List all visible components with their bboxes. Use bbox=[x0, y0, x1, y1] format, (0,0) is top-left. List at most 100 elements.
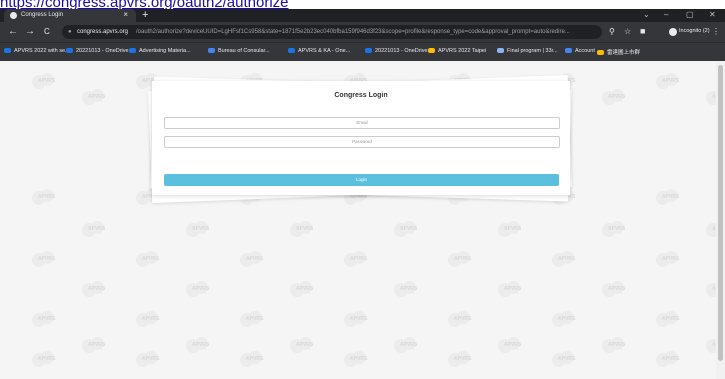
address-bar[interactable]: ● congress.apvrs.org /oauth2/authorize?d… bbox=[62, 25, 602, 39]
watermark-logo: APVRS bbox=[32, 73, 55, 91]
bookmark-item[interactable]: Advertising Materia... bbox=[129, 48, 191, 54]
watermark-text: APVRS bbox=[296, 342, 314, 348]
watermark-logo: APVRS bbox=[186, 337, 209, 355]
bookmark-label: Final program | 33r... bbox=[507, 48, 558, 54]
lock-icon[interactable]: ● bbox=[68, 25, 72, 39]
url-host: congress.apvrs.org bbox=[77, 29, 129, 35]
watermark-logo: APVRS bbox=[240, 351, 264, 369]
watermark-text: APVRS bbox=[608, 286, 626, 292]
watermark-logo: APVRS bbox=[602, 89, 625, 107]
watermark-logo: APVRS bbox=[498, 221, 522, 239]
bookmark-item[interactable]: 20221013 - OneDrive bbox=[365, 48, 428, 54]
watermark-text: APVRS bbox=[350, 256, 368, 262]
watermark-logo: APVRS bbox=[498, 337, 522, 355]
tab-search-icon[interactable]: ⌄ bbox=[643, 10, 650, 19]
side-panel-icon[interactable]: ■ bbox=[640, 26, 645, 36]
scrollbar-thumb[interactable] bbox=[718, 65, 723, 361]
bookmark-label: APVRS & KA - One... bbox=[298, 48, 351, 54]
watermark-text: APVRS bbox=[608, 342, 626, 348]
watermark-text: APVRS bbox=[662, 194, 680, 200]
watermark-text: APVRS bbox=[246, 256, 264, 262]
watermark-text: APVRS bbox=[296, 226, 314, 232]
watermark-text: APVRS bbox=[608, 226, 626, 232]
bookmark-icon bbox=[208, 48, 215, 54]
watermark-text: APVRS bbox=[558, 356, 576, 362]
minimize-button[interactable]: – bbox=[664, 10, 668, 19]
url-path: /oauth2/authorize?deviceUUID=LgHFsf1Cs95… bbox=[136, 29, 570, 35]
tab-title: Congress Login bbox=[21, 12, 64, 18]
watermark-text: APVRS bbox=[38, 356, 56, 362]
incognito-icon[interactable] bbox=[669, 28, 677, 36]
watermark-text: APVRS bbox=[454, 316, 472, 322]
bookmark-label: 雷達圖上市群 bbox=[607, 50, 641, 56]
watermark-text: APVRS bbox=[246, 356, 264, 362]
watermark-text: APVRS bbox=[142, 256, 160, 262]
active-tab[interactable]: Congress Login × bbox=[4, 9, 136, 22]
watermark-logo: APVRS bbox=[82, 89, 105, 107]
tab-close-icon[interactable]: × bbox=[123, 10, 128, 19]
bookmark-item[interactable]: Account bbox=[565, 48, 595, 54]
bookmark-label: 20221013 - OneDrive bbox=[76, 48, 129, 54]
zoom-search-icon[interactable]: ⚲ bbox=[609, 27, 615, 36]
new-tab-button[interactable]: + bbox=[142, 9, 148, 21]
bookmark-item[interactable]: Bureau of Consular... bbox=[208, 48, 270, 54]
bookmark-icon bbox=[597, 50, 604, 56]
watermark-logo: APVRS bbox=[82, 281, 105, 299]
watermark-logo: APVRS bbox=[656, 251, 679, 269]
watermark-logo: APVRS bbox=[240, 311, 264, 329]
watermark-logo: APVRS bbox=[344, 251, 368, 269]
bookmark-star-icon[interactable]: ☆ bbox=[624, 27, 631, 36]
bookmarks-bar: APVRS 2022 with se... 20221013 - OneDrive… bbox=[0, 42, 725, 62]
watermark-text: APVRS bbox=[296, 286, 314, 292]
bookmark-label: APVRS 2022 Taipei bbox=[438, 48, 487, 54]
watermark-logo: APVRS bbox=[82, 337, 105, 355]
forward-button[interactable]: → bbox=[25, 26, 35, 37]
watermark-text: APVRS bbox=[454, 256, 472, 262]
watermark-logo: APVRS bbox=[82, 221, 106, 239]
bookmark-item[interactable]: APVRS 2022 with se... bbox=[4, 48, 70, 54]
top-link-text[interactable]: https://congress.apvrs.org/oauth2/author… bbox=[0, 0, 725, 9]
watermark-logo: APVRS bbox=[552, 251, 575, 269]
watermark-text: APVRS bbox=[504, 342, 522, 348]
scrollbar[interactable] bbox=[716, 61, 725, 379]
bookmark-label: Account bbox=[575, 48, 595, 54]
watermark-logo: APVRS bbox=[602, 221, 626, 239]
password-field[interactable] bbox=[164, 136, 560, 148]
watermark-logo: APVRS bbox=[656, 73, 679, 91]
watermark-text: APVRS bbox=[192, 286, 210, 292]
watermark-text: APVRS bbox=[88, 226, 106, 232]
email-field[interactable] bbox=[164, 117, 560, 129]
watermark-text: APVRS bbox=[142, 316, 160, 322]
menu-kebab-icon[interactable]: ⋮ bbox=[712, 27, 720, 36]
back-button[interactable]: ← bbox=[8, 26, 18, 37]
watermark-logo: APVRS bbox=[32, 189, 55, 207]
watermark-logo: APVRS bbox=[448, 251, 472, 269]
maximize-button[interactable]: ▢ bbox=[686, 10, 694, 19]
watermark-logo: APVRS bbox=[290, 221, 314, 239]
bookmark-item[interactable]: APVRS & KA - One... bbox=[288, 48, 350, 54]
login-button[interactable]: Login bbox=[164, 174, 559, 186]
bookmark-label: Bureau of Consular... bbox=[218, 48, 270, 54]
watermark-logo: APVRS bbox=[498, 281, 521, 299]
watermark-text: APVRS bbox=[504, 226, 522, 232]
top-link-strip[interactable]: https://congress.apvrs.org/oauth2/author… bbox=[0, 0, 725, 9]
bookmark-icon bbox=[565, 48, 572, 54]
watermark-logo: APVRS bbox=[32, 351, 56, 369]
incognito-label[interactable]: Incognito (2) bbox=[679, 28, 710, 34]
watermark-logo: APVRS bbox=[656, 311, 679, 329]
tab-strip: Congress Login × + ⌄ – ▢ ✕ bbox=[0, 9, 725, 22]
bookmark-item[interactable]: APVRS 2022 Taipei bbox=[428, 48, 486, 54]
bookmark-item[interactable]: 雷達圖上市群 bbox=[597, 48, 640, 56]
reload-button[interactable]: C bbox=[44, 27, 50, 36]
tab-favicon-icon bbox=[10, 12, 17, 19]
watermark-logo: APVRS bbox=[448, 351, 471, 369]
watermark-logo: APVRS bbox=[394, 337, 417, 355]
watermark-logo: APVRS bbox=[32, 311, 56, 329]
watermark-logo: APVRS bbox=[394, 281, 417, 299]
bookmark-item[interactable]: Final program | 33r... bbox=[497, 48, 558, 54]
close-window-button[interactable]: ✕ bbox=[709, 10, 716, 19]
watermark-logo: APVRS bbox=[344, 351, 367, 369]
watermark-text: APVRS bbox=[38, 316, 56, 322]
bookmark-item[interactable]: 20221013 - OneDrive bbox=[66, 48, 129, 54]
watermark-text: APVRS bbox=[246, 316, 264, 322]
